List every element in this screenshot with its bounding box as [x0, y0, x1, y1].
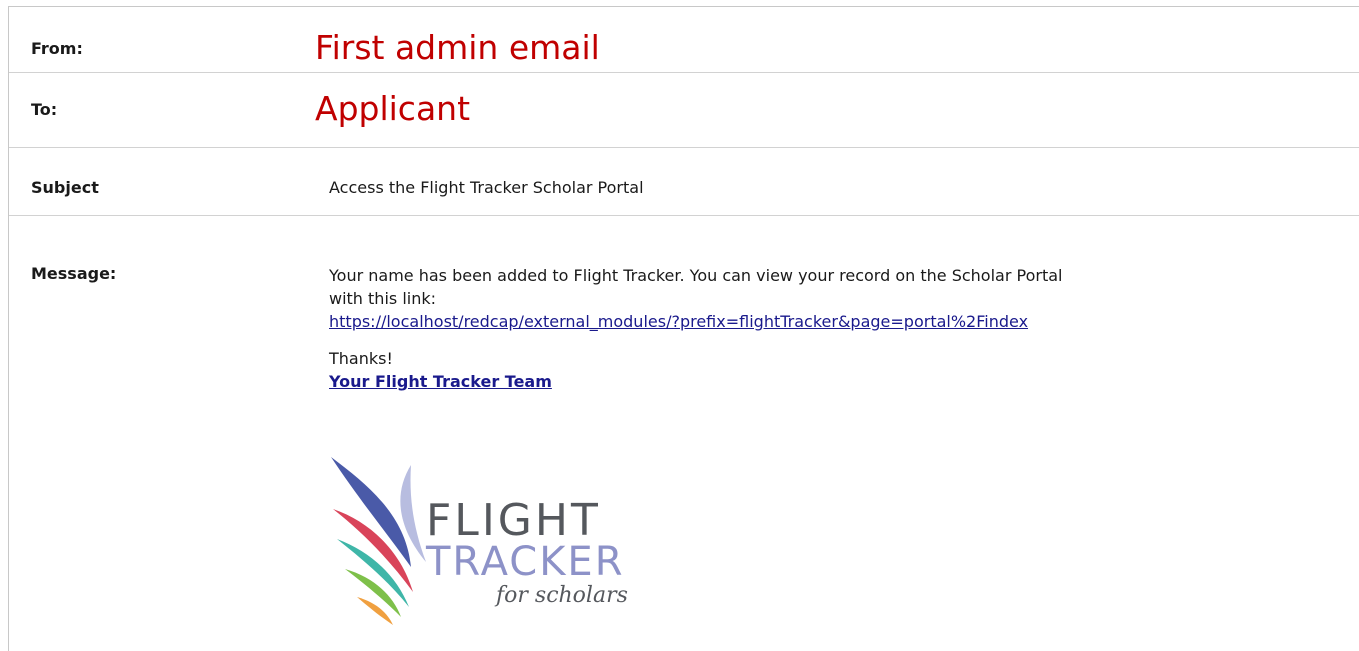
logo-word-tracker: TRACKER [425, 539, 625, 585]
portal-link[interactable]: https://localhost/redcap/external_module… [329, 312, 1028, 331]
subject-value: Access the Flight Tracker Scholar Portal [329, 178, 644, 197]
from-annotation: First admin email [315, 28, 600, 67]
thanks-text: Thanks! [329, 349, 393, 368]
to-label: To: [31, 100, 58, 119]
logo-stripe-blue [331, 457, 411, 567]
message-line-2: with this link: [329, 289, 436, 308]
row-divider [9, 215, 1359, 216]
message-body: Your name has been added to Flight Track… [329, 264, 1349, 393]
subject-label: Subject [31, 178, 99, 197]
from-label: From: [31, 39, 83, 58]
flight-tracker-logo: FLIGHT TRACKER for scholars [331, 457, 711, 627]
row-divider [9, 147, 1359, 148]
email-preview: From: First admin email To: Applicant Su… [8, 6, 1359, 651]
to-annotation: Applicant [315, 89, 471, 128]
signature-link[interactable]: Your Flight Tracker Team [329, 372, 552, 391]
annotation-backdrop [307, 131, 767, 147]
logo-tagline: for scholars [494, 583, 628, 608]
row-divider [9, 72, 1359, 73]
message-line-1: Your name has been added to Flight Track… [329, 266, 1063, 285]
message-label: Message: [31, 264, 117, 283]
